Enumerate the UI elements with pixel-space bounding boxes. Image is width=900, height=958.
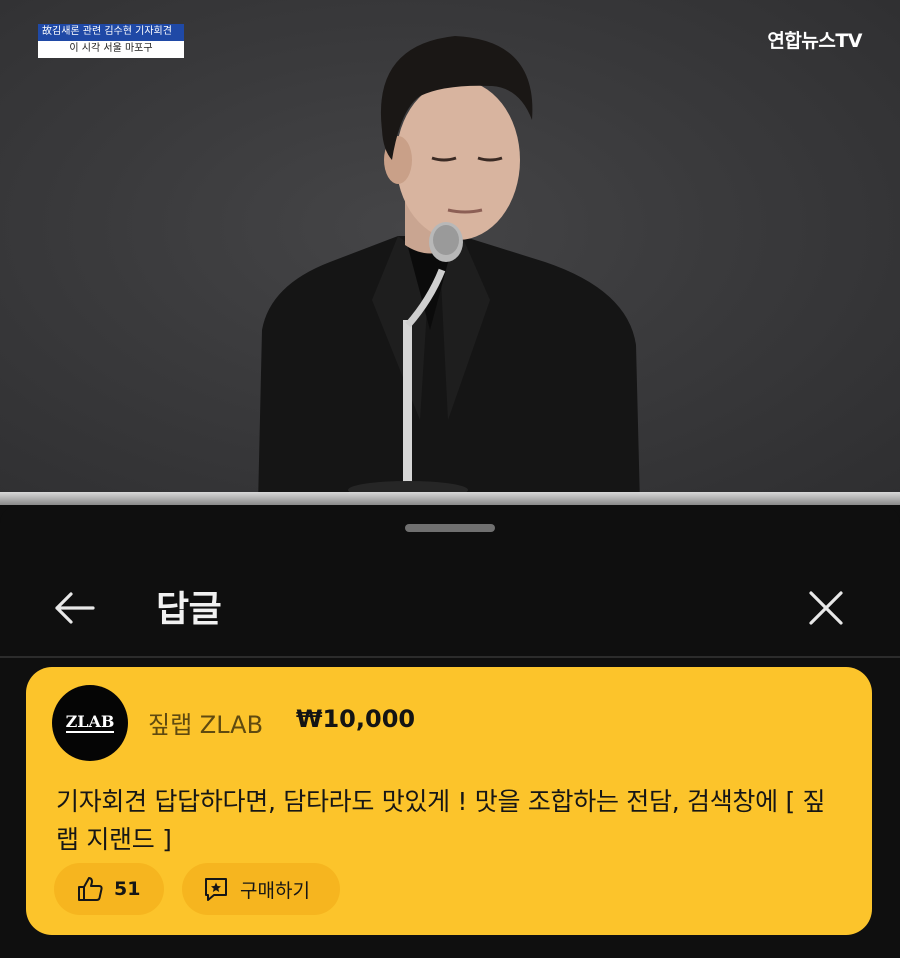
sheet-title: 답글 bbox=[156, 589, 222, 630]
broadcaster-logo: 연합뉴스TV bbox=[767, 30, 862, 52]
super-chat-card: ZLAB 짚랩 ZLAB ₩10,000 기자회견 답답하다면, 담타라도 맛있… bbox=[26, 667, 872, 935]
super-chat-amount: ₩10,000 bbox=[296, 705, 416, 733]
like-button[interactable]: 51 bbox=[54, 863, 164, 915]
thumbs-up-icon bbox=[76, 875, 104, 903]
arrow-left-icon bbox=[55, 592, 95, 624]
speaker-figure bbox=[258, 36, 640, 505]
video-player[interactable]: 故김새론 관련 김수현 기자회견 이 시각 서울 마포구 연합뉴스TV bbox=[0, 0, 900, 505]
close-icon bbox=[809, 591, 843, 625]
avatar-logo-text: ZLAB bbox=[65, 711, 115, 733]
like-count: 51 bbox=[114, 878, 141, 900]
sheet-header: 답글 bbox=[0, 560, 900, 656]
caption-headline: 故김새론 관련 김수현 기자회견 bbox=[38, 24, 184, 41]
caption-location: 이 시각 서울 마포구 bbox=[38, 41, 184, 58]
close-button[interactable] bbox=[800, 582, 852, 634]
header-divider bbox=[0, 656, 900, 658]
sheet-drag-handle[interactable] bbox=[405, 524, 495, 532]
super-chat-message: 기자회견 답답하다면, 담타라도 맛있게 ! 맛을 조합하는 전담, 검색창에 … bbox=[56, 787, 826, 854]
replies-sheet: 답글 ZLAB 짚랩 ZLAB ₩10,000 기자회견 답답하다면, 담타라도… bbox=[0, 505, 900, 958]
video-bottom-edge bbox=[0, 492, 900, 505]
avatar[interactable]: ZLAB bbox=[52, 685, 128, 761]
back-button[interactable] bbox=[48, 582, 100, 634]
buy-label: 구매하기 bbox=[240, 879, 310, 902]
author-name[interactable]: 짚랩 ZLAB bbox=[148, 705, 263, 740]
buy-button[interactable]: 구매하기 bbox=[182, 863, 340, 915]
star-bookmark-icon bbox=[202, 875, 230, 903]
news-caption: 故김새론 관련 김수현 기자회견 이 시각 서울 마포구 bbox=[38, 24, 184, 58]
